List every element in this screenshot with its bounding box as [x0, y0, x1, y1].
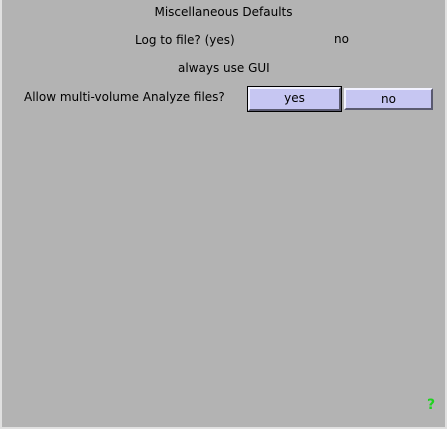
multi-volume-label: Allow multi-volume Analyze files? — [24, 90, 225, 104]
panel-title: Miscellaneous Defaults — [154, 5, 293, 19]
misc-defaults-panel: Miscellaneous Defaults Log to file? (yes… — [0, 0, 447, 429]
multi-volume-no-button[interactable]: no — [344, 88, 433, 110]
help-icon[interactable]: ? — [427, 397, 435, 413]
always-use-gui-option[interactable]: always use GUI — [178, 61, 270, 75]
log-to-file-label: Log to file? (yes) — [135, 33, 235, 47]
multi-volume-yes-button[interactable]: yes — [247, 86, 342, 112]
log-to-file-value[interactable]: no — [334, 32, 349, 46]
